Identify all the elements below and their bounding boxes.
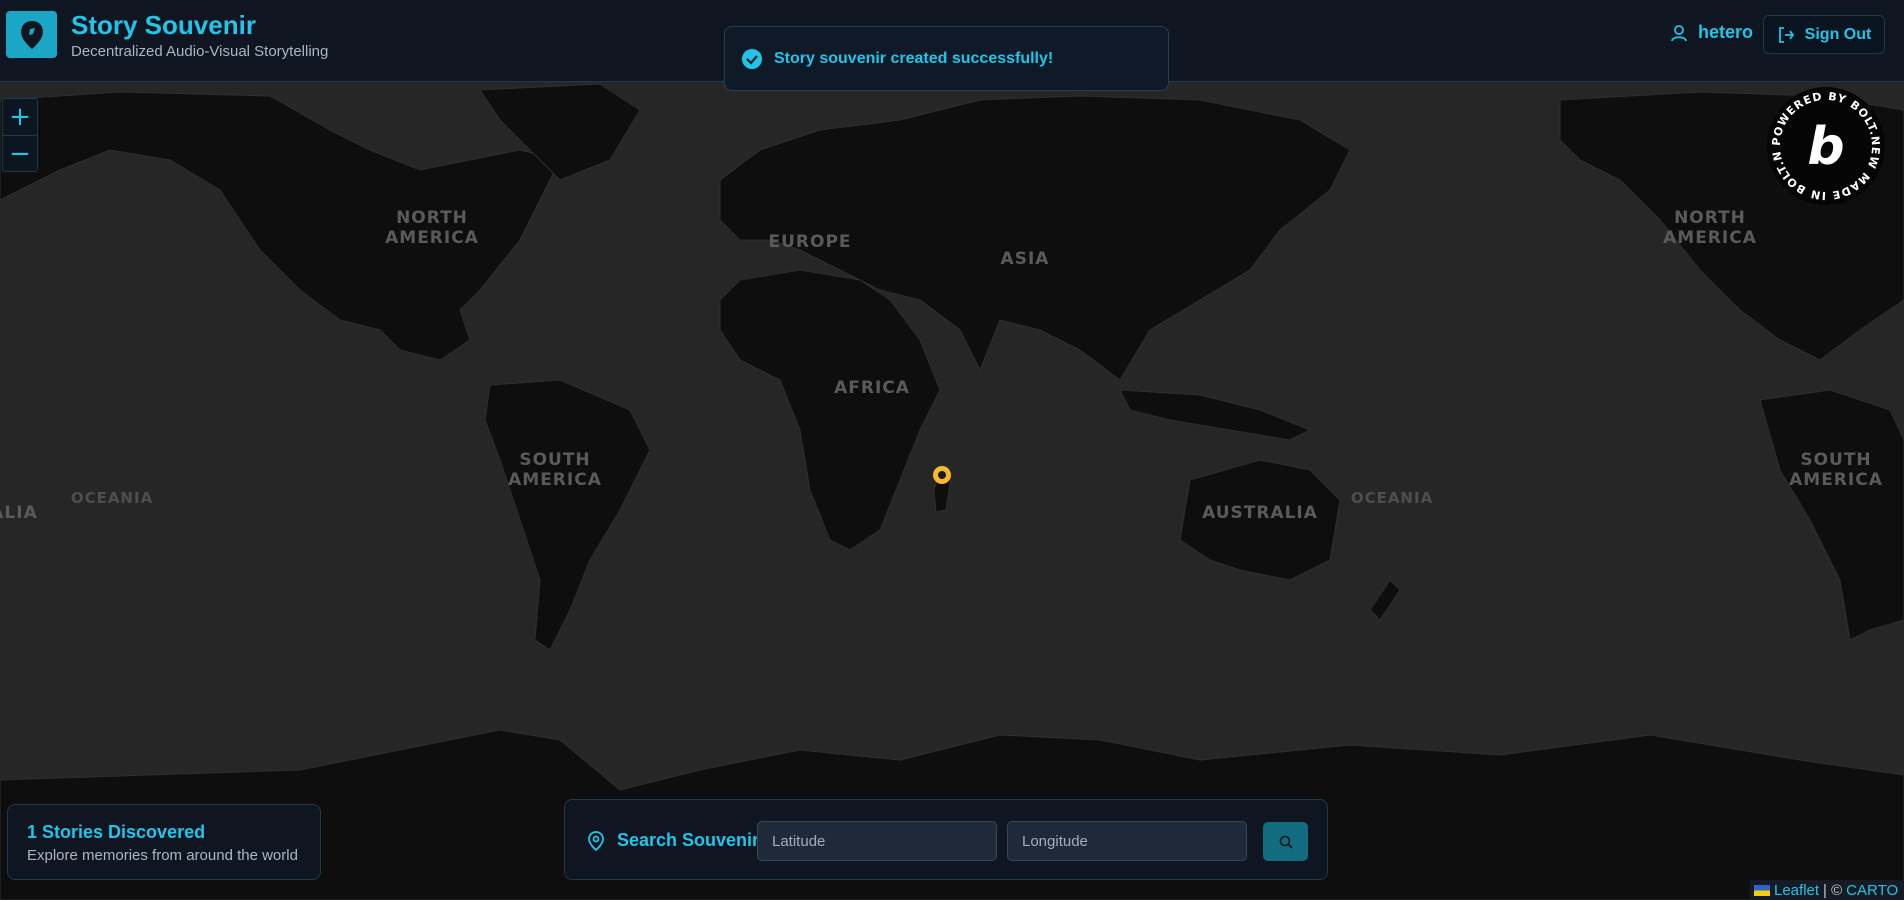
- land-africa: [719, 269, 941, 551]
- svg-text:b: b: [1807, 117, 1844, 177]
- toast-message: Story souvenir created successfully!: [774, 49, 1054, 67]
- story-marker[interactable]: [933, 466, 951, 484]
- user-icon: [1671, 24, 1687, 41]
- zoom-control: + −: [2, 98, 38, 172]
- map-label-australia: AUSTRALIA: [1202, 503, 1318, 523]
- stories-subtitle: Explore memories from around the world: [27, 847, 298, 864]
- longitude-input[interactable]: [1007, 821, 1247, 861]
- latitude-input[interactable]: [757, 821, 997, 861]
- carto-link[interactable]: CARTO: [1846, 882, 1898, 899]
- map-label-europe: EUROPE: [768, 232, 852, 252]
- map-pin-icon: [20, 20, 43, 49]
- search-icon: [1279, 835, 1293, 849]
- username: hetero: [1698, 22, 1754, 42]
- app-title: Story Souvenir: [71, 10, 256, 40]
- ukraine-flag-icon: [1754, 884, 1770, 896]
- map-label-south-america-left: SOUTH AMERICA: [508, 450, 602, 490]
- stories-card: 1 Stories Discovered Explore memories fr…: [7, 804, 321, 880]
- stories-count: 1 Stories Discovered: [27, 822, 206, 842]
- user-menu[interactable]: hetero: [1670, 22, 1753, 43]
- land-south-america-right: [1759, 389, 1904, 641]
- success-toast: Story souvenir created successfully!: [724, 26, 1169, 91]
- search-button[interactable]: [1263, 822, 1308, 861]
- map-label-north-america-left: NORTH AMERICA: [385, 208, 479, 248]
- map-pin-icon: [588, 830, 604, 851]
- land-south-america-left: [484, 379, 651, 651]
- map-label-alia-left: ALIA: [0, 503, 38, 523]
- map-label-africa: AFRICA: [834, 378, 910, 398]
- map-label-asia: ASIA: [1000, 249, 1050, 269]
- search-label-text: Search Souvenir: [617, 830, 760, 850]
- logo[interactable]: [6, 11, 57, 58]
- world-map[interactable]: NORTH AMERICA EUROPE ASIA AFRICA SOUTH A…: [0, 0, 1904, 900]
- map-tiles: [0, 83, 1904, 900]
- land-new-zealand: [1369, 579, 1401, 621]
- bolt-badge[interactable]: POWERED BY BOLT.NEW MADE IN BOLT.NEW b: [1759, 76, 1886, 206]
- map-attribution: Leaflet | © CARTO: [1750, 880, 1904, 900]
- zoom-in-button[interactable]: +: [3, 99, 37, 135]
- log-out-icon: [1778, 26, 1794, 43]
- map-label-oceania-right: OCEANIA: [1350, 489, 1434, 507]
- land-indonesia: [1119, 389, 1312, 441]
- map-label-north-america-right: NORTH AMERICA: [1663, 208, 1757, 248]
- sign-out-button[interactable]: Sign Out: [1763, 15, 1885, 54]
- sign-out-label: Sign Out: [1804, 25, 1872, 43]
- map-label-south-america-right: SOUTH AMERICA: [1789, 450, 1883, 490]
- attribution-separator: | ©: [1823, 881, 1843, 899]
- search-souvenir-label: Search Souvenir: [587, 830, 759, 851]
- zoom-out-button[interactable]: −: [3, 135, 37, 171]
- check-circle-icon: [742, 48, 762, 69]
- bolt-logo-icon: POWERED BY BOLT.NEW MADE IN BOLT.NEW b: [1759, 76, 1885, 205]
- map-label-oceania-left: OCEANIA: [70, 489, 154, 507]
- app-subtitle: Decentralized Audio-Visual Storytelling: [71, 43, 329, 60]
- app-root: NORTH AMERICA EUROPE ASIA AFRICA SOUTH A…: [0, 0, 1904, 900]
- leaflet-link[interactable]: Leaflet: [1774, 882, 1819, 899]
- search-panel: Search Souvenir: [564, 799, 1328, 880]
